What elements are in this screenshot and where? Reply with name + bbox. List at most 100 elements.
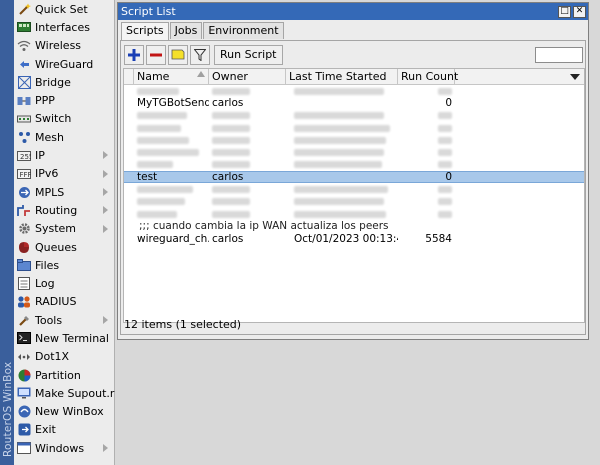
submenu-arrow-icon — [103, 316, 108, 325]
close-button[interactable]: ✕ — [573, 5, 586, 18]
queues-icon — [17, 240, 31, 254]
cell-name — [134, 159, 209, 171]
ip-icon: 255 — [17, 149, 31, 163]
table-row[interactable] — [124, 110, 584, 122]
bridge-icon — [17, 75, 31, 89]
main-menu: Quick Set Interfaces Wireless WireGuard Brid… — [14, 0, 121, 465]
tab-scripts[interactable]: Scripts — [121, 22, 169, 40]
menu-item-ipv6[interactable]: FFF IPv6 — [14, 165, 114, 183]
redacted-value — [137, 124, 181, 132]
tab-jobs[interactable]: Jobs — [169, 22, 203, 39]
table-row[interactable] — [124, 134, 584, 146]
table-row[interactable] — [124, 183, 584, 195]
window-titlebar[interactable]: Script List □ ✕ — [118, 3, 588, 20]
redacted-value — [212, 87, 250, 95]
redacted-value — [212, 161, 250, 169]
table-row[interactable]: test carlos 0 — [124, 171, 584, 184]
menu-item-wireguard[interactable]: WireGuard — [14, 55, 114, 73]
tab-environment[interactable]: Environment — [203, 22, 284, 39]
interfaces-icon — [17, 20, 31, 34]
menu-item-label: RADIUS — [35, 295, 77, 309]
menu-item-label: Log — [35, 277, 55, 291]
menu-item-quick-set[interactable]: Quick Set — [14, 0, 114, 18]
redacted-value — [212, 198, 250, 206]
menu-item-partition[interactable]: Partition — [14, 366, 114, 384]
menu-item-exit[interactable]: Exit — [14, 421, 114, 439]
cell-run-count: 0 — [445, 97, 452, 110]
run-script-button[interactable]: Run Script — [214, 44, 283, 65]
maximize-button[interactable]: □ — [558, 5, 571, 18]
table-row[interactable] — [124, 208, 584, 220]
comment-button[interactable] — [168, 44, 188, 65]
menu-item-label: Bridge — [35, 75, 71, 89]
cell-name: MyTGBotSend... — [137, 97, 209, 110]
menu-item-make-supout-rif[interactable]: Make Supout.rif — [14, 384, 121, 402]
menu-item-routing[interactable]: Routing — [14, 201, 114, 219]
cell-last-started — [286, 122, 398, 134]
cell-last-started — [286, 184, 398, 196]
redacted-value — [438, 186, 452, 194]
menu-item-queues[interactable]: Queues — [14, 238, 114, 256]
cell-run-count — [398, 110, 455, 122]
remove-button[interactable] — [146, 44, 166, 65]
col-run-count[interactable]: Run Count — [398, 69, 458, 85]
table-row[interactable] — [124, 146, 584, 158]
redacted-value — [294, 149, 384, 157]
plus-icon — [128, 48, 140, 61]
col-owner[interactable]: Owner — [209, 69, 286, 85]
mpls-icon — [17, 185, 31, 199]
menu-item-mpls[interactable]: MPLS — [14, 183, 114, 201]
table-row[interactable] — [124, 122, 584, 134]
cell-name: wireguard_ch... — [137, 232, 209, 245]
find-input[interactable] — [535, 46, 583, 63]
menu-item-new-terminal[interactable]: New Terminal — [14, 329, 114, 347]
menu-item-tools[interactable]: Tools — [14, 311, 114, 329]
cell-run-count — [398, 85, 455, 97]
redacted-value — [294, 124, 390, 132]
menu-item-windows[interactable]: Windows — [14, 439, 114, 457]
redacted-value — [212, 124, 250, 132]
menu-item-ip[interactable]: 255 IP — [14, 146, 114, 164]
menu-item-log[interactable]: Log — [14, 274, 114, 292]
menu-item-new-winbox[interactable]: New WinBox — [14, 403, 114, 421]
redacted-value — [294, 112, 384, 120]
cell-last-started — [286, 159, 398, 171]
cell-run-count: 0 — [445, 171, 452, 184]
menu-item-ppp[interactable]: PPP — [14, 91, 114, 109]
menu-item-system[interactable]: System — [14, 220, 114, 238]
col-name[interactable]: Name — [134, 69, 209, 85]
col-owner-label: Owner — [212, 70, 248, 83]
table-row[interactable] — [124, 85, 584, 97]
table-row[interactable] — [124, 196, 584, 208]
routing-icon — [17, 203, 31, 217]
redacted-value — [438, 210, 452, 218]
menu-item-dot1x[interactable]: Dot1X — [14, 348, 114, 366]
table-row[interactable] — [124, 159, 584, 171]
menu-item-mesh[interactable]: Mesh — [14, 128, 114, 146]
columns-dropdown-icon[interactable] — [570, 74, 580, 80]
col-last-started[interactable]: Last Time Started — [286, 69, 398, 85]
svg-text:FFF: FFF — [20, 171, 32, 179]
redacted-value — [137, 161, 173, 169]
redacted-value — [137, 210, 177, 218]
menu-item-switch[interactable]: Switch — [14, 110, 114, 128]
wireless-icon — [17, 39, 31, 53]
tools-icon — [17, 313, 31, 327]
menu-item-bridge[interactable]: Bridge — [14, 73, 114, 91]
folder-icon — [17, 258, 31, 272]
table-comment-row[interactable]: ;;; cuando cambia la ip WAN actualiza lo… — [124, 220, 584, 232]
cell-name — [134, 208, 209, 220]
table-row[interactable]: wireguard_ch...carlos Oct/01/2023 00:13:4… — [124, 233, 584, 245]
add-button[interactable] — [124, 44, 144, 65]
cell-last-started — [286, 208, 398, 220]
table-row[interactable]: MyTGBotSend...carlos 0 — [124, 97, 584, 109]
menu-item-wireless[interactable]: Wireless — [14, 37, 114, 55]
menu-item-radius[interactable]: RADIUS — [14, 293, 114, 311]
filter-button[interactable] — [190, 44, 210, 65]
wand-icon — [17, 2, 31, 16]
partition-icon — [17, 368, 31, 382]
menu-item-files[interactable]: Files — [14, 256, 114, 274]
toolbar: Run Script — [121, 41, 585, 68]
cell-owner — [209, 134, 286, 146]
menu-item-interfaces[interactable]: Interfaces — [14, 18, 114, 36]
